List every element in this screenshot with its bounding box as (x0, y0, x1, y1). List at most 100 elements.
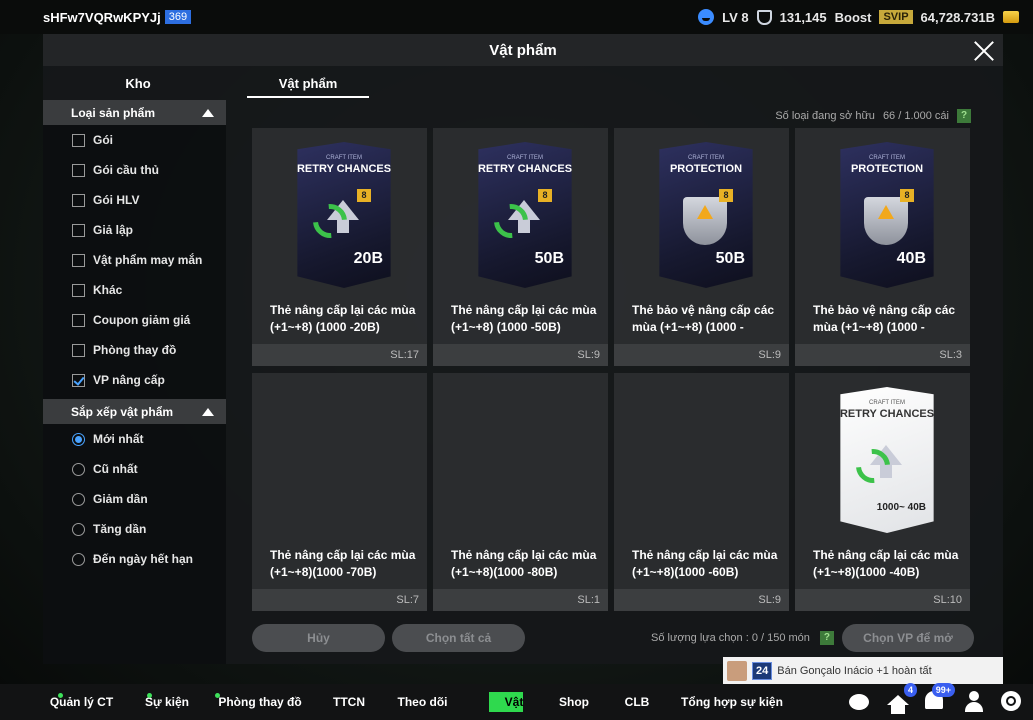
item-quantity: SL:9 (433, 344, 608, 366)
radio-button[interactable] (72, 432, 85, 446)
player-rating-badge: 24 (752, 661, 773, 680)
selected-count: Số lượng lựa chọn : 0 / 150 món ? (651, 631, 834, 645)
item-card[interactable]: CRAFT ITEM RETRY CHANCES 1000~ 40B Thẻ nâng… (795, 373, 970, 611)
user-level-badge: 369 (164, 10, 192, 24)
sort-section-header[interactable]: Sắp xếp vật phẩm (43, 399, 226, 424)
notification-dot (215, 693, 220, 698)
radio-button[interactable] (72, 522, 85, 536)
sort-option[interactable]: Giảm dần (43, 484, 226, 514)
sort-option-label: Cũ nhất (93, 462, 138, 476)
coins-value: 64,728.731B (920, 9, 995, 25)
item-card-art: CRAFT ITEM RETRY CHANCES 1000~ 40B (840, 387, 934, 533)
radio-button[interactable] (72, 552, 85, 566)
bell-icon[interactable]: 99+ (925, 683, 955, 713)
item-card[interactable]: Thẻ nâng cấp lại các mùa (+1~+8)(1000 -6… (614, 373, 789, 611)
checkbox[interactable] (72, 193, 85, 207)
item-name: Thẻ nâng cấp lại các mùa (+1~+8)(1000 -4… (813, 548, 959, 579)
item-name: Thẻ nâng cấp lại các mùa (+1~+8) (1000 -… (270, 303, 416, 334)
grade-badge: 8 (900, 189, 914, 202)
sort-option[interactable]: Mới nhất (43, 424, 226, 454)
nav-item[interactable]: Shop (546, 684, 602, 720)
filter-option[interactable]: Gói cầu thủ (43, 155, 226, 185)
house-icon[interactable]: 4 (887, 683, 917, 714)
sort-option[interactable]: Tăng dần (43, 514, 226, 544)
close-icon[interactable] (971, 38, 997, 64)
checkbox[interactable] (72, 343, 85, 357)
nav-item-label: CLB (624, 695, 650, 709)
filter-option[interactable]: Gói (43, 125, 226, 155)
item-card[interactable]: Thẻ nâng cấp lại các mùa (+1~+8)(1000 -8… (433, 373, 608, 611)
gear-shape (1001, 691, 1021, 711)
choose-vp-button[interactable]: Chọn VP để mở (842, 624, 974, 652)
item-card[interactable]: CRAFT ITEM RETRY CHANCES 8 50B Thẻ nâng cấp … (433, 128, 608, 366)
sort-option[interactable]: Đến ngày hết hạn (43, 544, 226, 574)
filter-option-label: Phòng thay đồ (93, 343, 177, 357)
collapse-icon (202, 407, 214, 416)
item-card[interactable]: CRAFT ITEM PROTECTION 8 50B Thẻ bảo vệ nâng … (614, 128, 789, 366)
checkbox[interactable] (72, 223, 85, 237)
sort-option-label: Tăng dần (93, 522, 147, 536)
filter-option[interactable]: Phòng thay đồ (43, 335, 226, 365)
gear-icon[interactable] (1001, 691, 1023, 713)
nav-item[interactable]: Theo dõi (379, 684, 466, 720)
nav-item[interactable]: Tổng hợp sự kiện (672, 684, 792, 720)
nav-item[interactable]: Vật phẩm (466, 684, 546, 720)
nav-item[interactable]: Phòng thay đồ (201, 684, 319, 720)
notification-dot (147, 693, 152, 698)
tab-vat-pham[interactable]: Vật phẩm (247, 72, 369, 98)
sort-option-label: Đến ngày hết hạn (93, 552, 194, 566)
checkbox[interactable] (72, 313, 85, 327)
filter-option[interactable]: Vật phẩm may mắn (43, 245, 226, 275)
checkbox[interactable] (72, 133, 85, 147)
filter-option[interactable]: Khác (43, 275, 226, 305)
nav-item[interactable]: CLB (602, 684, 672, 720)
nav-item[interactable]: Quản lý CT (30, 684, 133, 720)
help-icon[interactable]: ? (957, 109, 971, 123)
filter-options: Gói Gói cầu thủ Gói HLV Giả lập Vật phẩm may… (43, 125, 226, 395)
craft-item-label: CRAFT ITEM (507, 155, 543, 161)
item-quantity: SL:10 (795, 589, 970, 611)
filter-option[interactable]: Giả lập (43, 215, 226, 245)
card-art-title: PROTECTION (850, 163, 924, 175)
cancel-button[interactable]: Hủy (252, 624, 385, 652)
chat-icon[interactable] (849, 691, 871, 713)
house-shape (887, 695, 909, 714)
filter-option[interactable]: Coupon giảm giá (43, 305, 226, 335)
radio-button[interactable] (72, 462, 85, 476)
filter-option[interactable]: Gói HLV (43, 185, 226, 215)
tab-kho[interactable]: Kho (43, 72, 233, 98)
item-card[interactable]: CRAFT ITEM PROTECTION 8 40B Thẻ bảo vệ nâng … (795, 128, 970, 366)
craft-item-label: CRAFT ITEM (869, 400, 905, 406)
checkbox[interactable] (72, 283, 85, 297)
points-value: 131,145 (779, 9, 827, 25)
item-name: Thẻ nâng cấp lại các mùa (+1~+8)(1000 -6… (632, 548, 778, 579)
craft-item-label: CRAFT ITEM (869, 155, 905, 161)
radio-button[interactable] (72, 492, 85, 506)
help-icon[interactable]: ? (819, 631, 834, 645)
filter-option[interactable]: VP nâng cấp (43, 365, 226, 395)
nav-icons: 4 99+ (849, 683, 1023, 720)
sort-option[interactable]: Cũ nhất (43, 454, 226, 484)
item-card[interactable]: Thẻ nâng cấp lại các mùa (+1~+8)(1000 -7… (252, 373, 427, 611)
selected-count-label: Số lượng lựa chọn : 0 / 150 món (651, 632, 810, 644)
item-card-art: CRAFT ITEM RETRY CHANCES 8 50B (478, 142, 572, 288)
select-all-button[interactable]: Chọn tất cả (392, 624, 525, 652)
owned-value: 66 / 1.000 cái (882, 110, 949, 122)
item-quantity: SL:9 (614, 344, 789, 366)
checkbox[interactable] (72, 163, 85, 177)
item-card[interactable]: CRAFT ITEM RETRY CHANCES 8 20B Thẻ nâng cấp … (252, 128, 427, 366)
item-name: Thẻ nâng cấp lại các mùa (+1~+8)(1000 -7… (270, 548, 416, 579)
nav-item[interactable]: Sự kiện (133, 684, 201, 720)
house-badge: 4 (903, 683, 917, 697)
nav-item[interactable]: TTCN (319, 684, 379, 720)
level-icon (698, 9, 715, 25)
filter-section-header[interactable]: Loại sản phẩm (43, 100, 226, 125)
person-icon[interactable] (963, 691, 985, 713)
item-name: Thẻ nâng cấp lại các mùa (+1~+8) (1000 -… (451, 303, 597, 334)
filter-option-label: Vật phẩm may mắn (93, 253, 203, 267)
checkbox[interactable] (72, 373, 85, 387)
filter-option-label: Gói HLV (93, 193, 140, 207)
checkbox[interactable] (72, 253, 85, 267)
item-quantity: SL:9 (614, 589, 789, 611)
filter-option-label: Khác (93, 283, 123, 297)
